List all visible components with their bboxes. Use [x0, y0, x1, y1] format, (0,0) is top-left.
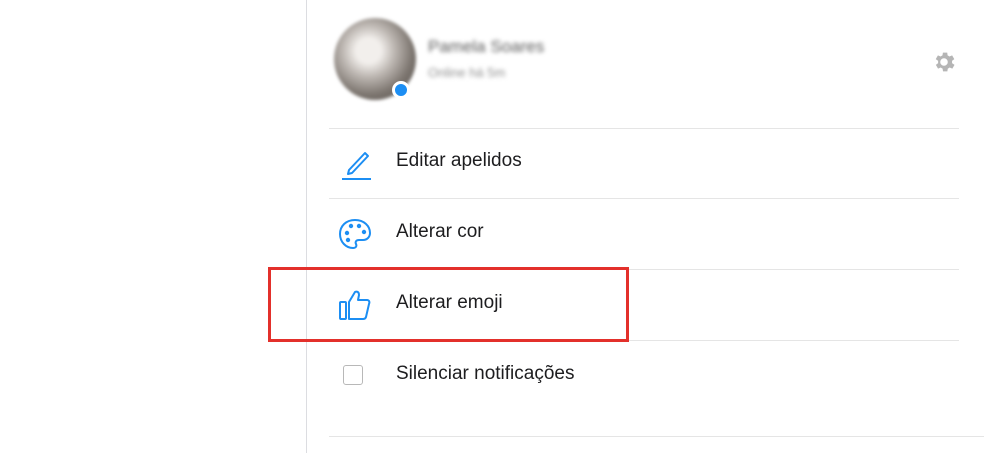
separator	[329, 436, 984, 437]
profile-status: Online há 5m	[428, 65, 506, 80]
menu-item-editar-apelidos[interactable]: Editar apelidos	[329, 128, 959, 198]
mute-notifications-checkbox[interactable]	[343, 365, 363, 385]
profile-header: Pamela Soares Online há 5m	[307, 0, 984, 128]
pencil-icon	[342, 152, 371, 180]
highlight-box	[268, 267, 629, 342]
menu-item-label: Silenciar notificações	[396, 363, 575, 384]
conversation-settings-panel: Pamela Soares Online há 5m Editar apelid…	[307, 0, 984, 453]
online-status-dot	[392, 81, 410, 99]
menu-item-alterar-cor[interactable]: Alterar cor	[329, 199, 959, 269]
menu-item-label: Editar apelidos	[396, 150, 522, 171]
left-pane	[0, 0, 306, 453]
palette-icon	[338, 218, 372, 250]
profile-name: Pamela Soares	[428, 37, 545, 56]
menu-item-silenciar-notificacoes[interactable]: Silenciar notificações	[329, 341, 959, 411]
gear-icon[interactable]	[931, 49, 957, 75]
menu-item-label: Alterar cor	[396, 221, 484, 242]
